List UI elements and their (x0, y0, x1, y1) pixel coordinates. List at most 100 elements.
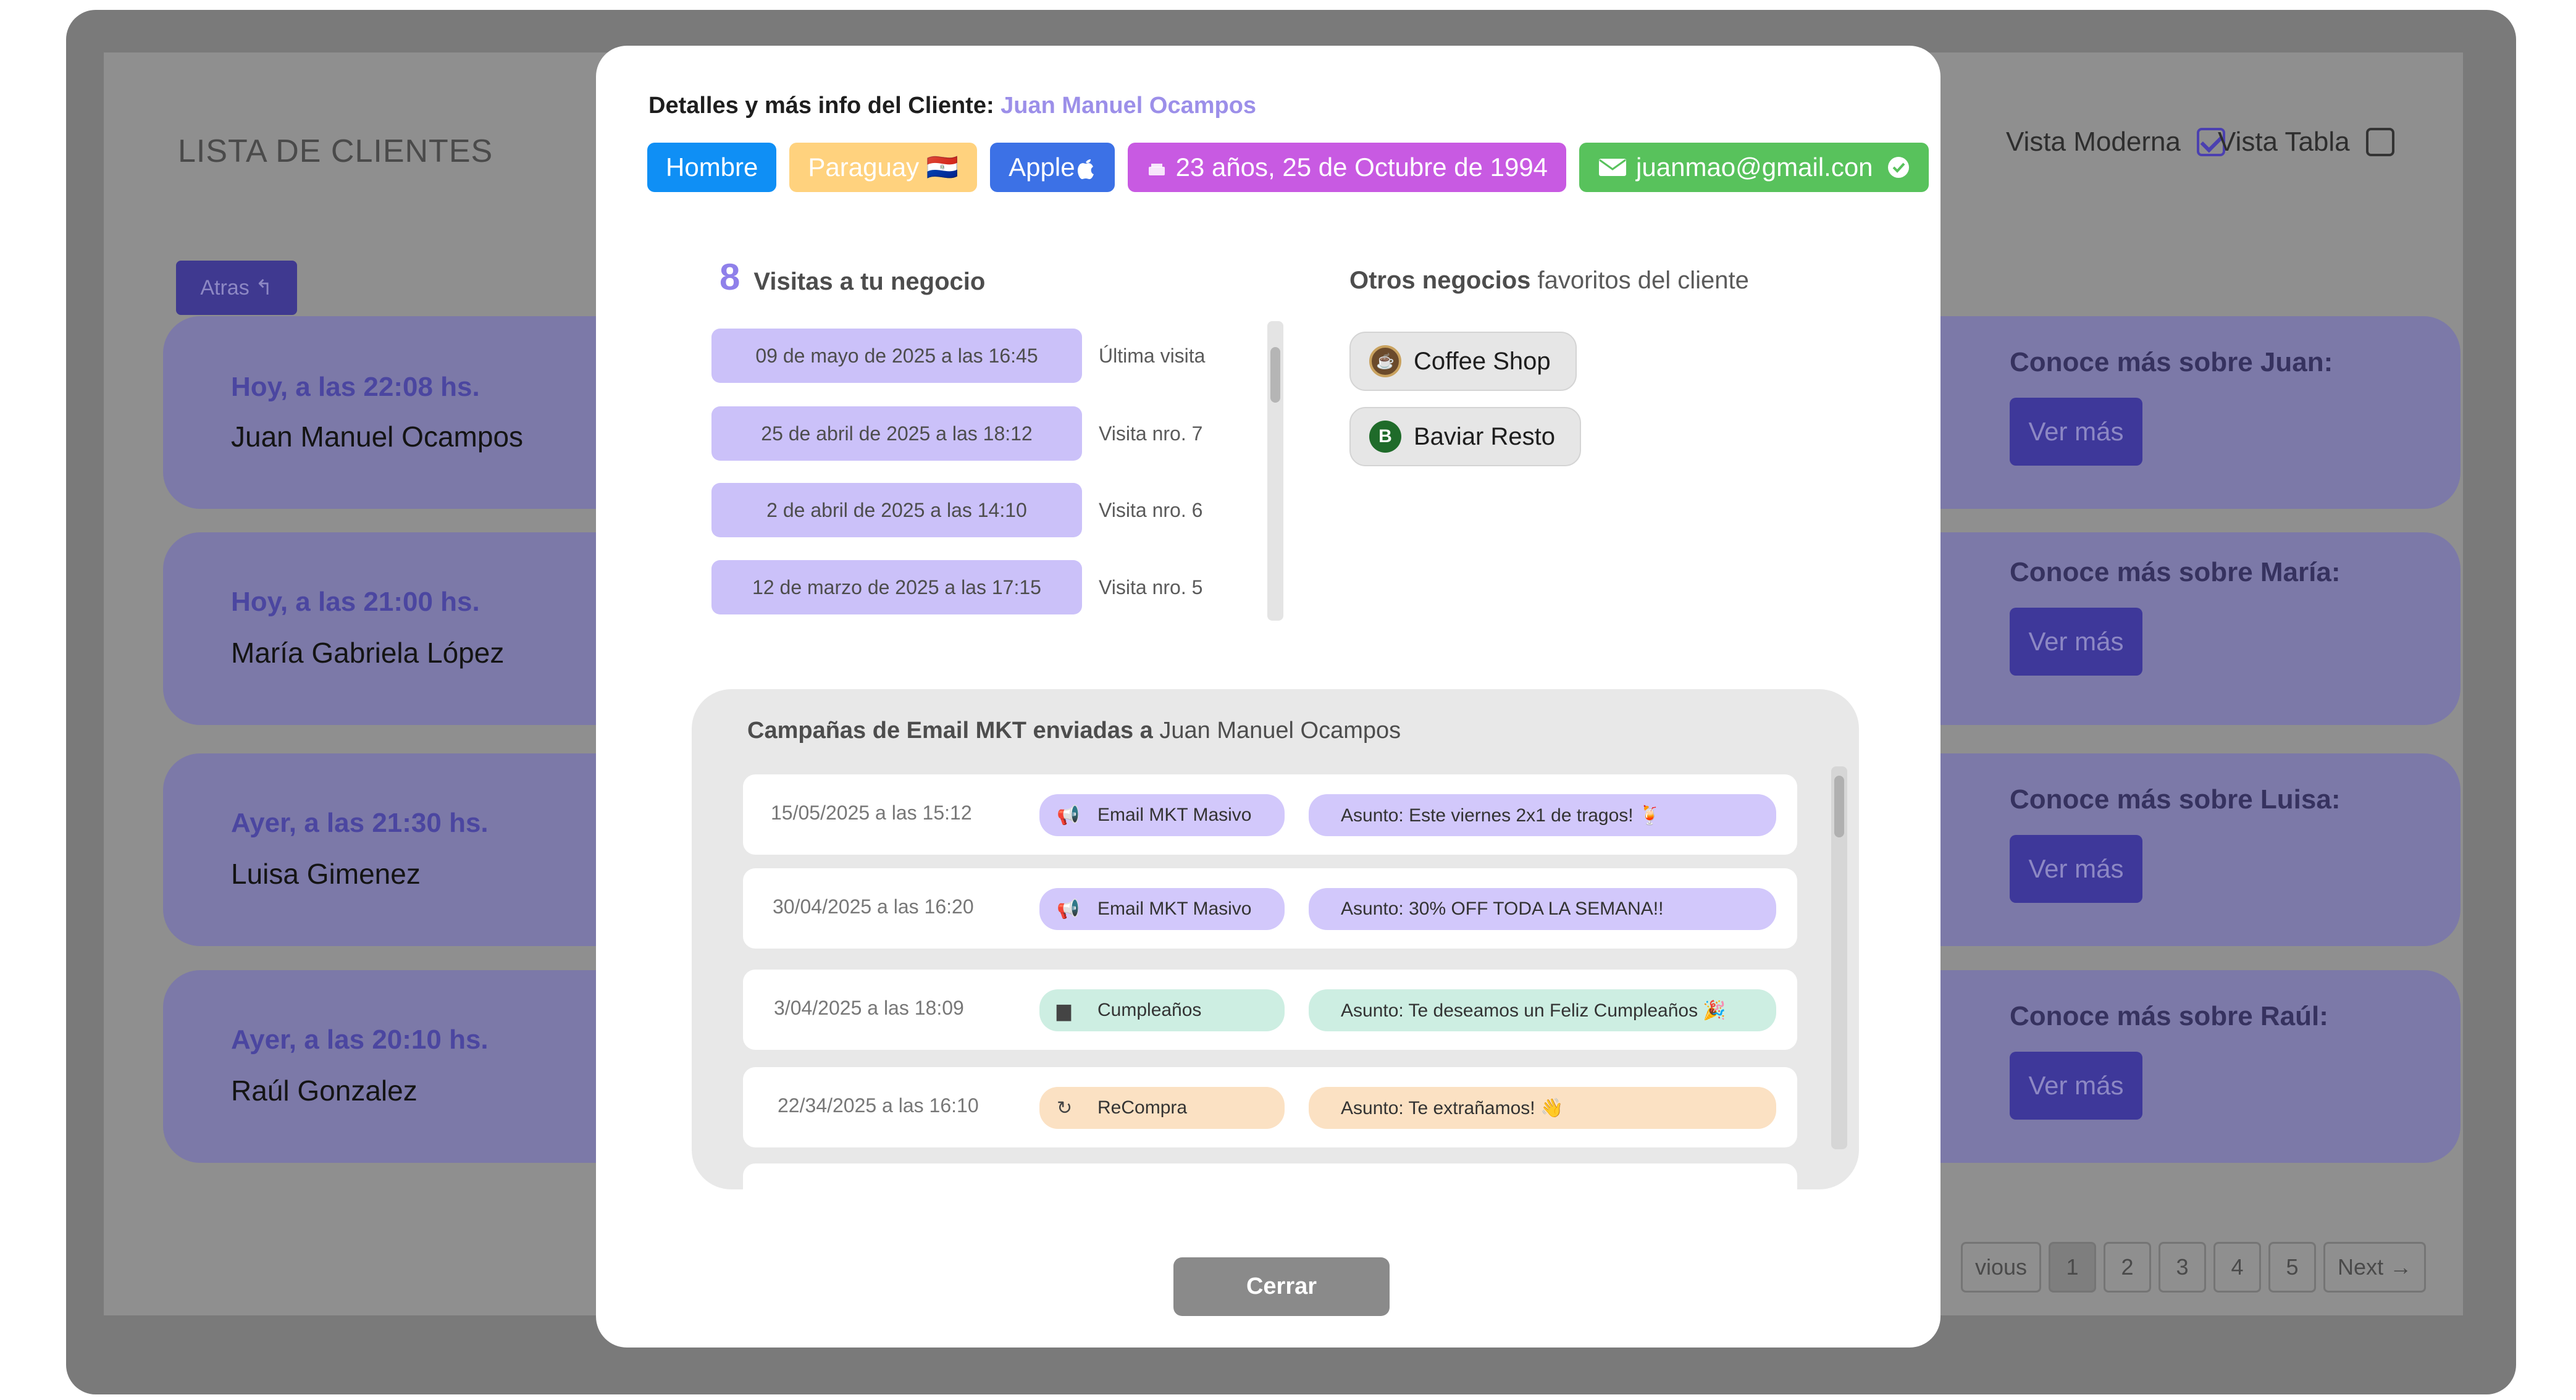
campaign-type-label: Email MKT Masivo (1097, 899, 1252, 919)
favorite-business-name: Coffee Shop (1414, 347, 1551, 375)
page-button-1[interactable]: 1 (2049, 1242, 2097, 1293)
campaigns-heading-bold: Campañas de Email MKT enviadas a (747, 718, 1153, 744)
device-label: Apple (1009, 153, 1075, 182)
birthday-chip: 23 años, 25 de Octubre de 1994 (1127, 143, 1567, 192)
card-name: María Gabriela López (231, 637, 505, 669)
visits-scroll-thumb[interactable] (1270, 347, 1280, 403)
ver-mas-button[interactable]: Ver más (2010, 398, 2142, 466)
mail-icon (1599, 159, 1627, 176)
megaphone-icon: 📢 (1057, 805, 1080, 826)
campaign-row[interactable]: 22/34/2025 a las 16:10 ↻ ReCompra Asunto… (743, 1067, 1797, 1147)
campaign-subject: Asunto: Te deseamos un Feliz Cumpleaños … (1309, 989, 1776, 1031)
campaign-row[interactable] (743, 1163, 1797, 1189)
campaigns-heading-name: Juan Manuel Ocampos (1152, 718, 1401, 744)
modal-title: Detalles y más info del Cliente: Juan Ma… (648, 93, 1256, 119)
visits-heading: 8 Visitas a tu negocio (720, 256, 985, 298)
campaign-row[interactable]: 30/04/2025 a las 16:20 📢 Email MKT Masiv… (743, 868, 1797, 949)
country-chip: Paraguay 🇵🇾 (789, 143, 978, 192)
device-chip: Apple (990, 143, 1115, 192)
visits-label: Visitas a tu negocio (753, 268, 986, 295)
page: LISTA DE CLIENTES Vista Moderna Vista Ta… (0, 0, 2576, 1400)
visit-date: 2 de abril de 2025 a las 14:10 (711, 483, 1082, 537)
favorites-heading: Otros negocios favoritos del cliente (1349, 267, 1749, 295)
visit-date: 09 de mayo de 2025 a las 16:45 (711, 329, 1082, 383)
card-when: Ayer, a las 21:30 hs. (231, 808, 489, 838)
page-button-2[interactable]: 2 (2104, 1242, 2152, 1293)
client-details-modal: Detalles y más info del Cliente: Juan Ma… (596, 46, 1940, 1348)
card-more-label: Conoce más sobre Raúl: (2010, 1001, 2328, 1031)
close-button[interactable]: Cerrar (1173, 1257, 1390, 1316)
visit-label: Última visita (1099, 345, 1206, 367)
back-button[interactable]: Atras ↰ (176, 261, 297, 315)
visit-date: 12 de marzo de 2025 a las 17:15 (711, 560, 1082, 614)
view-table-checkbox[interactable] (2365, 128, 2394, 156)
view-modern-toggle[interactable]: Vista Moderna (2006, 127, 2225, 157)
campaign-subject: Asunto: 30% OFF TODA LA SEMANA!! (1309, 888, 1776, 930)
favorite-business-name: Baviar Resto (1414, 422, 1555, 450)
gender-chip: Hombre (647, 143, 777, 192)
card-more-label: Conoce más sobre Juan: (2010, 347, 2333, 377)
campaign-type-label: ReCompra (1097, 1097, 1188, 1118)
visit-label: Visita nro. 6 (1099, 499, 1203, 521)
b-letter-icon: B (1369, 421, 1401, 453)
card-more-label: Conoce más sobre Luisa: (2010, 784, 2341, 815)
campaign-type-label: Cumpleaños (1097, 1000, 1202, 1020)
campaigns-scrollbar[interactable] (1831, 766, 1847, 1149)
view-modern-label: Vista Moderna (2006, 127, 2181, 157)
ver-mas-button[interactable]: Ver más (2010, 835, 2142, 903)
cake-icon (1148, 164, 1165, 175)
campaign-type: 📢 Email MKT Masivo (1039, 794, 1285, 836)
view-table-toggle[interactable]: Vista Tabla (2218, 127, 2394, 157)
next-page-button[interactable]: Next → (2323, 1242, 2427, 1293)
visit-label: Visita nro. 7 (1099, 422, 1203, 445)
coffee-icon: ☕ (1369, 345, 1401, 377)
campaign-date: 3/04/2025 a las 18:09 (774, 997, 964, 1019)
campaign-date: 30/04/2025 a las 16:20 (773, 895, 974, 918)
campaigns-panel: Campañas de Email MKT enviadas a Juan Ma… (692, 689, 1859, 1189)
favorites-heading-bold: Otros negocios (1349, 267, 1531, 294)
previous-page-button[interactable]: vious (1961, 1242, 2042, 1293)
apple-icon (1077, 159, 1094, 179)
page-button-5[interactable]: 5 (2268, 1242, 2317, 1293)
visits-scrollbar[interactable] (1267, 321, 1283, 621)
favorites-heading-rest: favoritos del cliente (1530, 267, 1749, 294)
client-attribute-chips: Hombre Paraguay 🇵🇾 Apple 23 años, 25 de … (647, 143, 1929, 192)
ver-mas-button[interactable]: Ver más (2010, 608, 2142, 676)
page-title: LISTA DE CLIENTES (178, 133, 493, 169)
campaigns-heading: Campañas de Email MKT enviadas a Juan Ma… (747, 718, 1401, 744)
campaign-type: ▆ Cumpleaños (1039, 989, 1285, 1031)
card-name: Juan Manuel Ocampos (231, 421, 524, 453)
campaign-row[interactable]: 15/05/2025 a las 15:12 📢 Email MKT Masiv… (743, 774, 1797, 855)
campaign-date: 22/34/2025 a las 16:10 (778, 1094, 979, 1117)
favorite-business-item[interactable]: ☕ Coffee Shop (1349, 332, 1577, 391)
card-when: Ayer, a las 20:10 hs. (231, 1025, 489, 1055)
visit-date: 25 de abril de 2025 a las 18:12 (711, 406, 1082, 461)
megaphone-icon: 📢 (1057, 899, 1080, 920)
email-chip: juanmao@gmail.con (1579, 143, 1929, 192)
page-button-3[interactable]: 3 (2159, 1242, 2207, 1293)
campaign-type-label: Email MKT Masivo (1097, 805, 1252, 825)
card-when: Hoy, a las 22:08 hs. (231, 372, 480, 402)
page-button-4[interactable]: 4 (2213, 1242, 2262, 1293)
card-name: Luisa Gimenez (231, 858, 421, 890)
card-when: Hoy, a las 21:00 hs. (231, 587, 480, 617)
visits-count: 8 (720, 256, 740, 298)
refresh-icon: ↻ (1057, 1097, 1073, 1118)
campaign-row[interactable]: 3/04/2025 a las 18:09 ▆ Cumpleaños Asunt… (743, 970, 1797, 1050)
campaign-subject: Asunto: Este viernes 2x1 de tragos! 🍹 (1309, 794, 1776, 836)
ver-mas-button[interactable]: Ver más (2010, 1052, 2142, 1120)
modal-title-prefix: Detalles y más info del Cliente: (648, 93, 994, 119)
view-table-label: Vista Tabla (2218, 127, 2350, 157)
cake-icon: ▆ (1057, 1000, 1072, 1021)
campaign-type: ↻ ReCompra (1039, 1087, 1285, 1129)
visit-label: Visita nro. 5 (1099, 576, 1203, 598)
birthday-label: 23 años, 25 de Octubre de 1994 (1175, 153, 1548, 182)
card-more-label: Conoce más sobre María: (2010, 557, 2341, 587)
pagination: vious 1 2 3 4 5 Next → (1961, 1242, 2427, 1293)
modal-client-name: Juan Manuel Ocampos (1001, 93, 1257, 119)
favorite-business-item[interactable]: B Baviar Resto (1349, 407, 1581, 466)
campaign-date: 15/05/2025 a las 15:12 (771, 802, 972, 824)
campaigns-scroll-thumb[interactable] (1834, 776, 1844, 837)
card-name: Raúl Gonzalez (231, 1075, 417, 1107)
verified-check-icon (1887, 157, 1909, 178)
